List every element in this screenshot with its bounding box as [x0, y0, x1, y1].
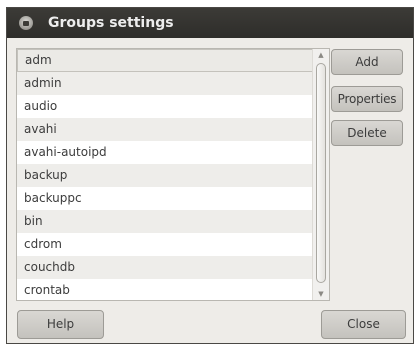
list-item[interactable]: audio: [17, 95, 313, 118]
close-icon[interactable]: [19, 16, 33, 30]
list-item[interactable]: adm: [17, 49, 313, 72]
title-bar: Groups settings: [7, 8, 413, 38]
scroll-down-icon[interactable]: ▼: [313, 288, 329, 300]
list-item[interactable]: backup: [17, 164, 313, 187]
delete-button[interactable]: Delete: [331, 120, 403, 146]
list-item[interactable]: crontab: [17, 279, 313, 300]
scrollbar-thumb[interactable]: [316, 63, 326, 283]
groups-list[interactable]: adm admin audio avahi avahi-autoipd back…: [17, 49, 313, 300]
help-button[interactable]: Help: [17, 310, 104, 339]
close-button[interactable]: Close: [321, 310, 406, 339]
vertical-scrollbar[interactable]: ▲ ▼: [312, 49, 329, 300]
groups-list-frame: adm admin audio avahi avahi-autoipd back…: [16, 48, 330, 301]
window-title: Groups settings: [48, 15, 174, 31]
list-item[interactable]: backuppc: [17, 187, 313, 210]
list-item[interactable]: avahi: [17, 118, 313, 141]
groups-settings-dialog: Groups settings adm admin audio avahi av…: [6, 7, 414, 344]
list-item[interactable]: avahi-autoipd: [17, 141, 313, 164]
list-item[interactable]: bin: [17, 210, 313, 233]
list-item[interactable]: couchdb: [17, 256, 313, 279]
list-item[interactable]: cdrom: [17, 233, 313, 256]
scroll-up-icon[interactable]: ▲: [313, 49, 329, 61]
list-item[interactable]: admin: [17, 72, 313, 95]
properties-button[interactable]: Properties: [331, 86, 403, 112]
add-button[interactable]: Add: [331, 49, 403, 75]
